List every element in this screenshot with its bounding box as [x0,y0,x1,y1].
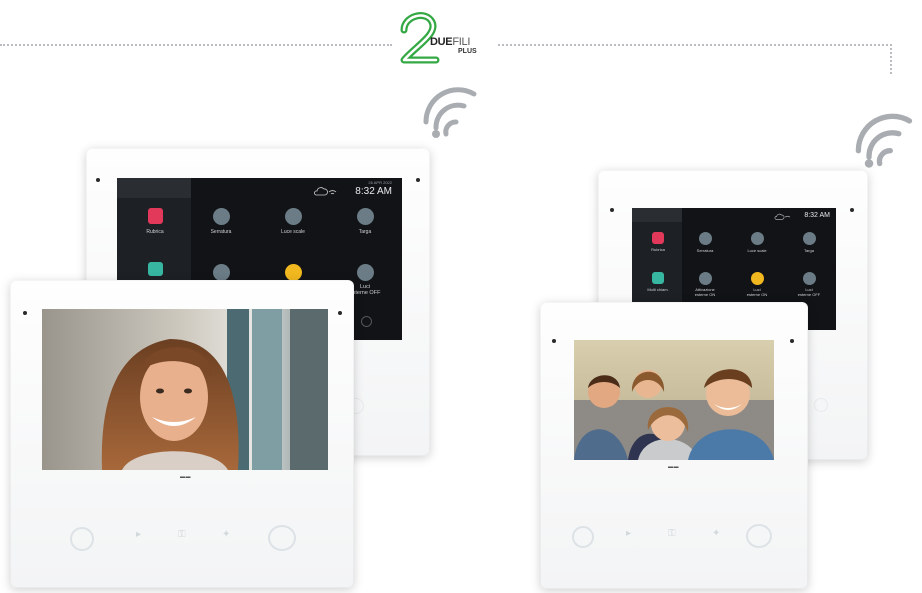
address-book-icon [652,232,664,244]
touch-key-menu-icon[interactable] [746,524,772,548]
touch-key-arrow-icon[interactable]: ▸ [626,528,631,539]
menu-tile-video-memory[interactable] [135,262,175,280]
light-bulb-icon [284,264,302,281]
menu-tile-multi-chiam[interactable]: Multi chiam. [638,272,678,292]
time-label: 8:32 AM [355,186,392,197]
brand-mark: ▬▬ [180,474,191,480]
menu-tile-luce-scale[interactable]: Luce scale [271,208,315,235]
menu-tile-luci-on[interactable]: Luci esterne ON [736,272,778,297]
dotted-divider-vertical [890,44,892,74]
touch-key-handset-icon[interactable] [572,526,594,548]
logo-wordmark: DUEFILI [430,36,471,48]
touch-key-handset-icon[interactable] [70,527,94,551]
light-bulb-icon [750,272,764,285]
duefili-plus-logo: DUEFILI PLUS [396,8,496,70]
dotted-divider-right [498,44,892,46]
touch-button-icon[interactable] [814,398,828,412]
address-book-icon [147,208,163,224]
touch-key-menu-icon[interactable] [268,525,296,551]
intercom-icon [802,232,816,245]
menu-tile-targa[interactable]: Targa [792,232,826,253]
menu-tile-rubrica[interactable]: Rubrica [642,232,674,252]
logo-plus-label: PLUS [458,48,477,55]
key-icon [698,232,712,245]
wifi-icon [855,113,913,168]
date-label: 26 APR 2022 [368,180,392,185]
video-feed-group [574,340,774,460]
external-lights-icon [356,264,374,281]
touch-key-lock-icon[interactable]: ⚿ [668,528,676,539]
key-icon [212,208,230,225]
page-indicator-icon [361,316,372,327]
video-memory-icon [652,272,664,284]
menu-tile-serratura[interactable]: Serratura [688,232,722,253]
external-lights-icon [802,272,816,285]
monitor-front-left: ▬▬ ▸ ⚿ ✦ [10,280,354,588]
cloud-wifi-icon [314,187,337,196]
group-of-friends-image [574,340,774,460]
brand-mark: ▬▬ [668,464,679,470]
camera-icon [698,272,712,285]
cloud-wifi-icon [774,213,791,220]
woman-portrait-image [42,309,328,470]
wifi-icon [423,87,477,138]
menu-tile-luce-scale[interactable]: Luce scale [740,232,774,253]
lamp-icon [750,232,764,245]
menu-tile-targa[interactable]: Targa [343,208,387,235]
touch-key-light-icon[interactable]: ✦ [222,529,230,540]
menu-tile-attivazione[interactable]: Attivazione esterne ON [684,272,726,297]
intercom-icon [356,208,374,225]
menu-tile-serratura[interactable]: Serratura [199,208,243,235]
menu-tile-luci-off[interactable]: Luci esterne OFF [788,272,830,297]
touch-key-light-icon[interactable]: ✦ [712,528,720,539]
camera-icon [212,264,230,281]
video-feed-portrait [42,309,328,470]
monitor-front-right: ▬▬ ▸ ⚿ ✦ [540,302,808,589]
touch-key-arrow-icon[interactable]: ▸ [136,529,141,540]
menu-tile-rubrica[interactable]: Rubrica [135,208,175,235]
touch-key-lock-icon[interactable]: ⚿ [178,529,186,540]
lamp-icon [284,208,302,225]
time-label: 8:32 AM [804,212,830,219]
dotted-divider-left [0,44,392,46]
video-memory-icon [147,262,163,276]
